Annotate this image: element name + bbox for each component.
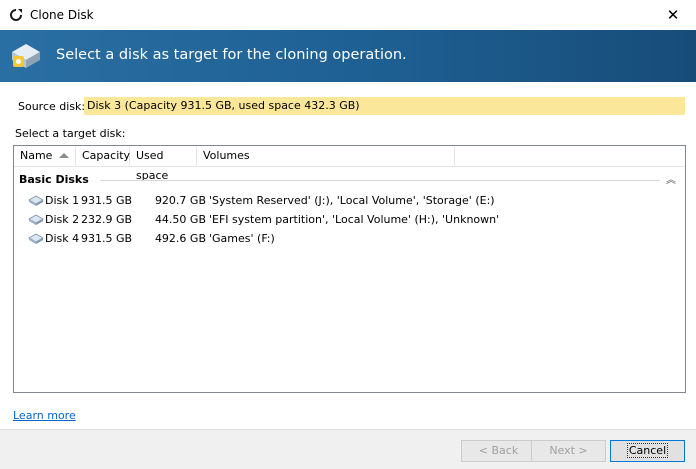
disk-row-2[interactable]: Disk 2 232.9 GB 44.50 GB 'EFI system par…	[28, 211, 668, 229]
source-disk-label: Source disk:	[18, 100, 86, 113]
disk-volumes: 'Games' (F:)	[209, 232, 275, 245]
column-name-label: Name	[20, 149, 53, 162]
disk-wizard-icon	[12, 44, 40, 68]
close-icon[interactable]: ✕	[650, 0, 696, 30]
disk-name: Disk 1	[45, 194, 80, 207]
disk-icon	[28, 195, 44, 206]
disk-used-space: 920.7 GB	[154, 194, 206, 207]
collapse-group-icon[interactable]: ︽	[666, 171, 676, 186]
disk-volumes: 'System Reserved' (J:), 'Local Volume', …	[209, 194, 495, 207]
cancel-button[interactable]: Cancel	[610, 440, 685, 462]
source-disk-value: Disk 3 (Capacity 931.5 GB, used space 43…	[84, 97, 685, 115]
disk-volumes: 'EFI system partition', 'Local Volume' (…	[209, 213, 500, 226]
title-bar: Clone Disk ✕	[0, 0, 696, 30]
target-disk-list[interactable]: Name Capacity Used space Volumes Basic D…	[13, 145, 686, 393]
column-header-capacity[interactable]: Capacity	[76, 146, 130, 166]
sort-ascending-icon	[59, 153, 69, 158]
disk-capacity: 931.5 GB	[81, 232, 133, 245]
button-bar: < Back Next > Cancel	[0, 429, 696, 469]
next-button[interactable]: Next >	[531, 440, 606, 462]
group-divider	[100, 180, 660, 181]
disk-capacity: 232.9 GB	[81, 213, 133, 226]
banner-heading: Select a disk as target for the cloning …	[56, 47, 407, 63]
disk-row-4[interactable]: Disk 4 931.5 GB 492.6 GB 'Games' (F:)	[28, 230, 668, 248]
disk-icon	[28, 233, 44, 244]
learn-more-link[interactable]: Learn more	[13, 409, 76, 422]
disk-row-1[interactable]: Disk 1 931.5 GB 920.7 GB 'System Reserve…	[28, 192, 668, 210]
disk-name: Disk 2	[45, 213, 80, 226]
column-header-used-space[interactable]: Used space	[130, 146, 197, 182]
column-header-name[interactable]: Name	[14, 146, 76, 166]
list-header: Name Capacity Used space Volumes	[14, 146, 685, 182]
disk-used-space: 44.50 GB	[154, 213, 206, 226]
column-header-volumes[interactable]: Volumes	[197, 146, 455, 166]
disk-used-space: 492.6 GB	[154, 232, 206, 245]
wizard-banner: Select a disk as target for the cloning …	[0, 30, 696, 82]
cancel-button-label: Cancel	[626, 443, 669, 458]
target-disk-label: Select a target disk:	[15, 127, 126, 140]
disk-icon	[28, 214, 44, 225]
group-header-basic-disks: Basic Disks	[19, 173, 89, 186]
app-icon	[10, 9, 22, 21]
back-button[interactable]: < Back	[461, 440, 536, 462]
disk-capacity: 931.5 GB	[81, 194, 133, 207]
disk-name: Disk 4	[45, 232, 80, 245]
window-title: Clone Disk	[30, 8, 94, 22]
